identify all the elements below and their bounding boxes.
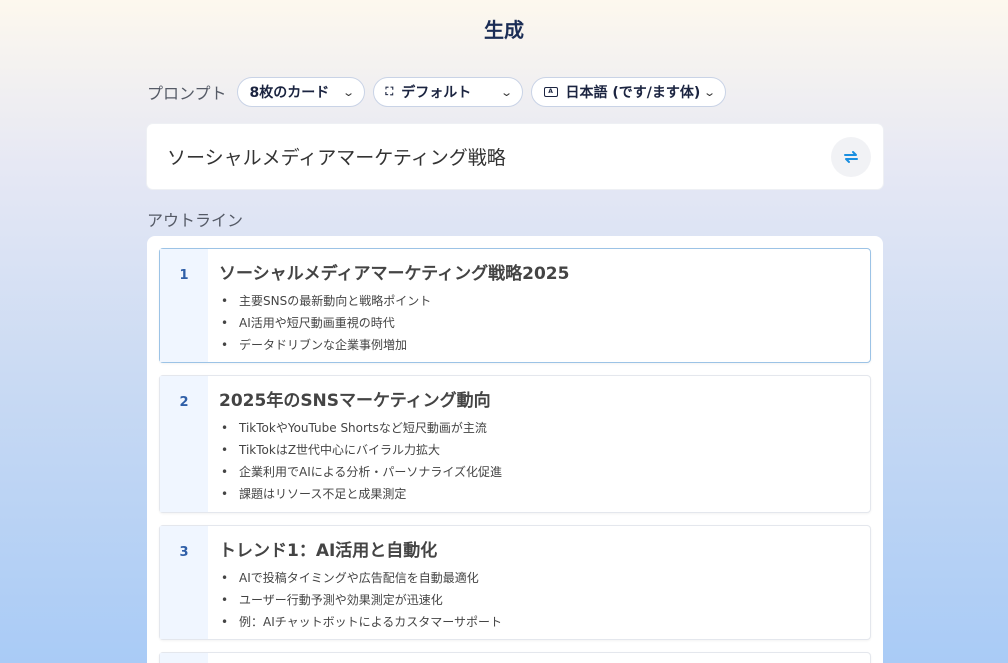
card-bullet[interactable]: • 課題はリソース不足と成果測定: [219, 483, 858, 505]
card-bullet[interactable]: • 企業利用でAIによる分析・パーソナライズ化促進: [219, 461, 858, 483]
regenerate-button[interactable]: [831, 137, 871, 177]
chevron-down-icon: ⌄: [342, 85, 356, 99]
language-value: 日本語 (です/ます体): [565, 85, 701, 101]
card-bullet[interactable]: • 主要SNSの最新動向と戦略ポイント: [219, 290, 858, 312]
chevron-down-icon: ⌄: [500, 85, 514, 99]
prompt-label: プロンプト: [147, 84, 227, 103]
outline-card[interactable]: 3 トレンド1：AI活用と自動化 • AIで投稿タイミングや広告配信を自動最適化 …: [159, 525, 871, 640]
language-icon: A: [543, 87, 558, 97]
expand-icon: ⛶: [385, 85, 394, 98]
card-bullet[interactable]: • TikTokやYouTube Shortsなど短尺動画が主流: [219, 417, 858, 439]
language-select[interactable]: A 日本語 (です/ます体) ⌄: [530, 77, 726, 107]
card-count-value: 8枚のカード: [249, 85, 330, 101]
outline-label: アウトライン: [147, 211, 244, 230]
card-bullet[interactable]: • TikTokはZ世代中心にバイラル力拡大: [219, 439, 858, 461]
card-bullet[interactable]: • ユーザー行動予測や効果測定が迅速化: [219, 589, 858, 611]
card-number: 2: [160, 376, 208, 512]
card-bullet[interactable]: • AI活用や短尺動画重視の時代: [219, 312, 858, 334]
card-title[interactable]: トレンド1：AI活用と自動化: [219, 536, 858, 561]
outline-card[interactable]: 2 2025年のSNSマーケティング動向 • TikTokやYouTube Sho…: [159, 375, 871, 513]
layout-value: デフォルト: [401, 85, 472, 101]
card-count-select[interactable]: 8枚のカード ⌄: [236, 77, 365, 107]
card-title[interactable]: ソーシャルメディアマーケティング戦略2025: [219, 259, 858, 284]
card-number: 3: [160, 526, 208, 639]
card-number: 1: [160, 249, 208, 362]
card-bullet[interactable]: • データドリブンな企業事例増加: [219, 334, 858, 356]
card-title[interactable]: 2025年のSNSマーケティング動向: [219, 386, 858, 411]
layout-select[interactable]: ⛶ デフォルト ⌄: [372, 77, 523, 107]
card-number: [160, 653, 208, 663]
card-bullet[interactable]: • 例：AIチャットボットによるカスタマーサポート: [219, 611, 858, 633]
page-title: 生成: [484, 18, 524, 42]
outline-panel: 1 ソーシャルメディアマーケティング戦略2025 • 主要SNSの最新動向と戦略ポ…: [147, 236, 883, 663]
prompt-options-row: プロンプト 8枚のカード ⌄ ⛶ デフォルト ⌄ A 日本語 (です/ます体) …: [147, 77, 883, 107]
topic-text: ソーシャルメディアマーケティング戦略: [167, 147, 506, 169]
outline-card[interactable]: 1 ソーシャルメディアマーケティング戦略2025 • 主要SNSの最新動向と戦略ポ…: [159, 248, 871, 363]
chevron-down-icon: ⌄: [703, 85, 717, 99]
outline-card[interactable]: [159, 652, 871, 663]
refresh-icon: [844, 151, 858, 163]
topic-input[interactable]: ソーシャルメディアマーケティング戦略: [147, 124, 883, 189]
card-bullet[interactable]: • AIで投稿タイミングや広告配信を自動最適化: [219, 567, 858, 589]
